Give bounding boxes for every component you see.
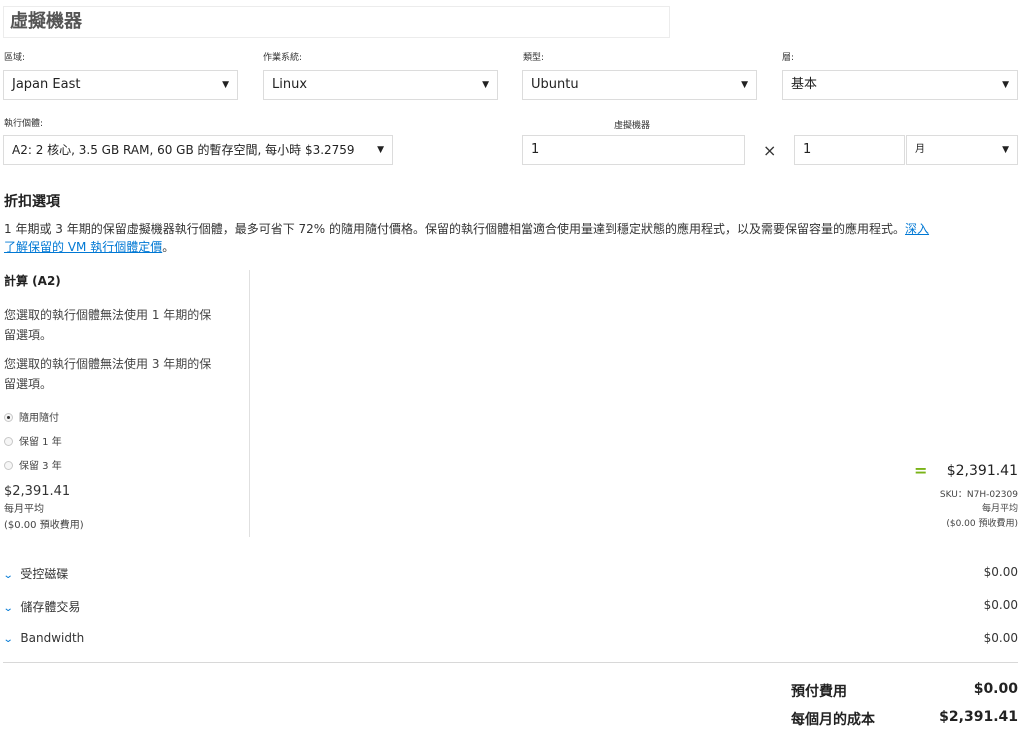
summary-upfront: ($0.00 預收費用) (946, 519, 1018, 529)
reserve-3y-note: 您選取的執行個體無法使用 3 年期的保 留選項。 (4, 354, 236, 394)
os-select-value: Linux (272, 77, 308, 92)
page-title[interactable]: 虛擬機器 (3, 6, 670, 38)
radio-payg-label: 隨用隨付 (19, 413, 59, 424)
accordion-storage-value: $0.00 (983, 598, 1018, 612)
type-select-value: Ubuntu (531, 77, 579, 92)
compute-price-sub: 每月平均 (4, 504, 44, 515)
period-select[interactable]: 月 ▼ (906, 135, 1018, 165)
type-label: 類型: (523, 53, 545, 63)
accordion-bandwidth-value: $0.00 (983, 631, 1018, 645)
radio-3y-label: 保留 3 年 (19, 461, 62, 472)
note-1y-line-b: 留選項。 (4, 328, 53, 342)
accordion-managed-disks-value: $0.00 (983, 565, 1018, 579)
radio-unselected-icon (4, 460, 13, 470)
compute-upfront: ($0.00 預收費用) (4, 520, 84, 531)
note-3y-line-b: 留選項。 (4, 377, 53, 391)
instance-select[interactable]: A2: 2 核心, 3.5 GB RAM, 60 GB 的暫存空間, 每小時 $… (3, 135, 393, 165)
vm-count-input[interactable]: 1 (522, 135, 745, 165)
divider (3, 662, 1018, 663)
discount-title: 折扣選項 (4, 194, 60, 210)
compute-price: $2,391.41 (4, 484, 71, 499)
upfront-label: 預付費用 (791, 684, 847, 700)
vm-count-label: 虛擬機器 (614, 121, 651, 131)
caret-down-icon: ▼ (1002, 145, 1009, 155)
radio-payg[interactable]: 隨用隨付 (4, 412, 59, 426)
equals-icon: = (914, 461, 928, 480)
upfront-value: $0.00 (973, 681, 1018, 697)
discount-description: 1 年期或 3 年期的保留虛擬機器執行個體，最多可省下 72% 的隨用隨付價格。… (4, 220, 1020, 256)
reserve-1y-note: 您選取的執行個體無法使用 1 年期的保 留選項。 (4, 305, 236, 345)
radio-1y-label: 保留 1 年 (19, 437, 62, 448)
tier-label: 層: (782, 53, 795, 63)
caret-down-icon: ▼ (482, 80, 489, 90)
radio-selected-icon (4, 412, 13, 422)
note-3y-line-a: 您選取的執行個體無法使用 3 年期的保 (4, 357, 212, 371)
accordion-managed-disks-label: 受控磁碟 (20, 567, 69, 581)
compute-panel: 計算 (A2) 您選取的執行個體無法使用 1 年期的保 留選項。 您選取的執行個… (3, 270, 250, 537)
instance-select-value: A2: 2 核心, 3.5 GB RAM, 60 GB 的暫存空間, 每小時 $… (12, 143, 355, 157)
region-label: 區域: (4, 53, 26, 63)
learn-more-link-cont[interactable]: 了解保留的 VM 執行個體定價 (4, 240, 162, 254)
instance-label: 執行個體: (4, 119, 44, 129)
chevron-down-icon: ⌄ (2, 634, 14, 645)
type-select[interactable]: Ubuntu ▼ (522, 70, 757, 100)
discount-text: 1 年期或 3 年期的保留虛擬機器執行個體，最多可省下 72% 的隨用隨付價格。… (4, 222, 906, 236)
learn-more-link[interactable]: 深入 (905, 222, 929, 236)
accordion-storage-label: 儲存體交易 (20, 600, 81, 614)
note-1y-line-a: 您選取的執行個體無法使用 1 年期的保 (4, 308, 212, 322)
region-select[interactable]: Japan East ▼ (3, 70, 238, 100)
period-select-value: 月 (915, 144, 925, 155)
caret-down-icon: ▼ (222, 80, 229, 90)
chevron-down-icon: ⌄ (2, 603, 14, 614)
accordion-bandwidth-label: Bandwidth (20, 631, 85, 645)
accordion-managed-disks[interactable]: ⌄ 受控磁碟 (2, 565, 69, 582)
radio-reserve-1y[interactable]: 保留 1 年 (4, 436, 62, 450)
summary-avg: 每月平均 (981, 504, 1018, 514)
chevron-down-icon: ⌄ (2, 570, 14, 581)
caret-down-icon: ▼ (377, 145, 384, 155)
caret-down-icon: ▼ (741, 80, 748, 90)
description-end: 。 (162, 240, 175, 254)
monthly-cost-label: 每個月的成本 (791, 712, 875, 728)
monthly-cost-value: $2,391.41 (939, 709, 1018, 725)
os-select[interactable]: Linux ▼ (263, 70, 498, 100)
tier-select[interactable]: 基本 ▼ (782, 70, 1018, 100)
region-select-value: Japan East (12, 77, 81, 92)
summary-price: $2,391.41 (946, 463, 1018, 479)
radio-unselected-icon (4, 436, 13, 446)
multiply-icon: × (763, 141, 777, 160)
compute-heading: 計算 (A2) (4, 274, 61, 288)
duration-input[interactable]: 1 (794, 135, 905, 165)
radio-reserve-3y[interactable]: 保留 3 年 (4, 460, 62, 474)
caret-down-icon: ▼ (1002, 80, 1009, 90)
sku-text: SKU：N7H-02309 (939, 490, 1018, 500)
accordion-bandwidth[interactable]: ⌄ Bandwidth (2, 631, 85, 645)
os-label: 作業系統: (263, 53, 303, 63)
accordion-storage-transactions[interactable]: ⌄ 儲存體交易 (2, 598, 81, 615)
tier-select-value: 基本 (791, 77, 818, 92)
